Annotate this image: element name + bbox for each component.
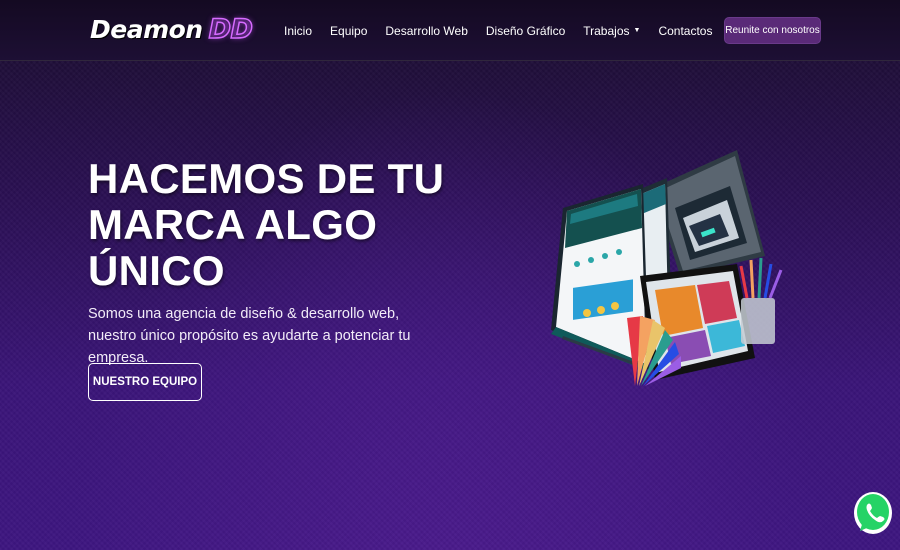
meet-us-button[interactable]: Reunite con nosotros [724, 17, 821, 44]
nav-item-trabajos[interactable]: Trabajos ▼ [583, 24, 640, 38]
hero-title-line: MARCA ALGO [88, 201, 378, 248]
nav-item-inicio[interactable]: Inicio [284, 24, 312, 38]
page: Deamon DD Inicio Equipo Desarrollo Web D… [0, 0, 900, 550]
nav-item-label: Diseño Gráfico [485, 23, 566, 38]
whatsapp-icon[interactable] [853, 487, 893, 535]
brand-logo[interactable]: Deamon DD [90, 13, 254, 46]
caret-down-icon: ▼ [633, 27, 641, 34]
nav-item-desarrollo-web[interactable]: Desarrollo Web [385, 24, 467, 38]
main-nav: Inicio Equipo Desarrollo Web Diseño Gráf… [284, 0, 730, 61]
hero-subtitle: Somos una agencia de diseño & desarrollo… [88, 306, 411, 366]
nav-item-label: Equipo [330, 23, 368, 38]
hero-title: HACEMOS DE TU MARCA ALGO ÚNICO [88, 156, 468, 294]
logo-text: Deamon [90, 15, 203, 44]
nav-item-contactos[interactable]: Contactos [658, 24, 712, 38]
pencil-cup [739, 257, 783, 344]
nav-item-label: Inicio [284, 23, 313, 38]
hero-title-line: ÚNICO [88, 247, 225, 294]
nav-item-label: Trabajos [583, 23, 630, 38]
our-team-button[interactable]: NUESTRO EQUIPO [88, 363, 202, 401]
logo-accent-text: DD [208, 13, 254, 46]
hero-illustration [551, 150, 783, 386]
nav-item-label: Desarrollo Web [385, 23, 468, 38]
nav-item-diseno-grafico[interactable]: Diseño Gráfico [486, 24, 565, 38]
navbar: Deamon DD Inicio Equipo Desarrollo Web D… [0, 0, 900, 61]
nav-item-label: Contactos [658, 23, 713, 38]
hero-title-line: HACEMOS DE TU [88, 155, 445, 202]
nav-item-equipo[interactable]: Equipo [330, 24, 367, 38]
mockup-screen-car [653, 150, 765, 276]
